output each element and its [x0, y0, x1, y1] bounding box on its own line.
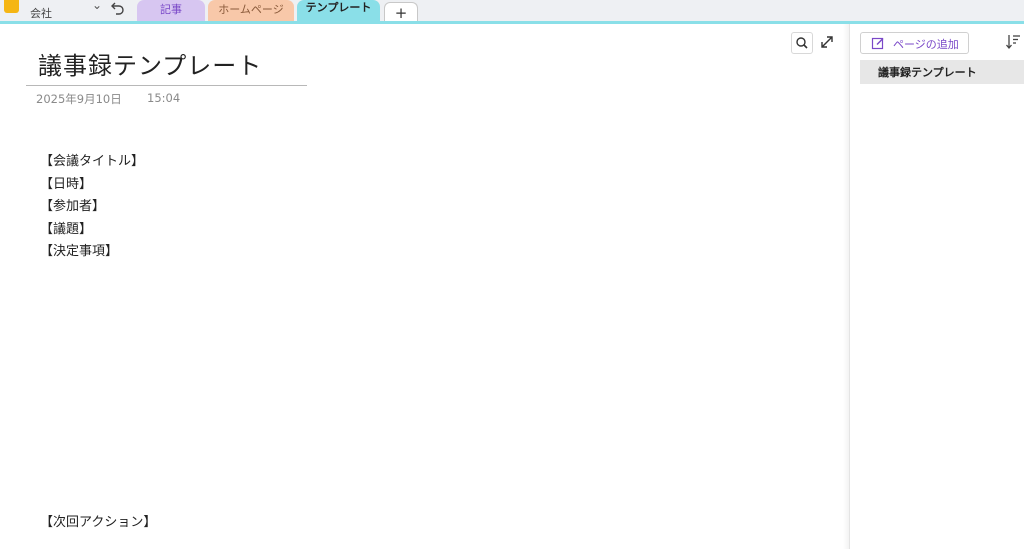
page-list-item-label: 議事録テンプレート — [878, 66, 977, 79]
tab-homepage[interactable]: ホームページ — [208, 0, 294, 22]
page-list-item[interactable]: 議事録テンプレート — [860, 60, 1024, 84]
page-date: 2025年9月10日 — [36, 92, 122, 106]
search-button[interactable] — [791, 32, 813, 54]
add-page-label: ページの追加 — [893, 38, 959, 51]
undo-icon[interactable] — [111, 0, 125, 19]
body-line-decisions[interactable]: 【決定事項】 — [40, 241, 144, 264]
title-divider — [26, 85, 307, 86]
notebook-icon[interactable] — [4, 0, 19, 13]
page-time: 15:04 — [147, 91, 181, 105]
body-line-agenda[interactable]: 【議題】 — [40, 219, 144, 242]
notebook-name[interactable]: 会社 — [30, 5, 52, 21]
sort-button[interactable] — [1005, 32, 1023, 52]
expand-icon — [821, 36, 833, 48]
page-list-pane: ページの追加 議事録テンプレート — [849, 24, 1024, 549]
page-title[interactable]: 議事録テンプレート — [38, 46, 262, 81]
sort-icon — [1006, 35, 1020, 50]
add-page-icon — [871, 37, 884, 50]
body-line-datetime[interactable]: 【日時】 — [40, 174, 144, 197]
page-body[interactable]: 【会議タイトル】 【日時】 【参加者】 【議題】 【決定事項】 — [40, 151, 144, 264]
tab-kiji[interactable]: 記事 — [137, 0, 205, 22]
add-section-button[interactable]: + — [384, 2, 418, 22]
body-line-meeting-title[interactable]: 【会議タイトル】 — [40, 151, 144, 174]
search-icon — [796, 37, 808, 49]
add-page-button[interactable]: ページの追加 — [860, 32, 969, 54]
body-line-attendees[interactable]: 【参加者】 — [40, 196, 144, 219]
body-line-next-action[interactable]: 【次回アクション】 — [40, 512, 156, 535]
chevron-down-icon[interactable]: ⌄ — [92, 0, 102, 12]
section-tab-bar: ▔▔▔▔▔▔ 会社 ⌄ 記事 ホームページ テンプレート + — [0, 0, 1024, 24]
expand-button[interactable] — [817, 32, 839, 54]
